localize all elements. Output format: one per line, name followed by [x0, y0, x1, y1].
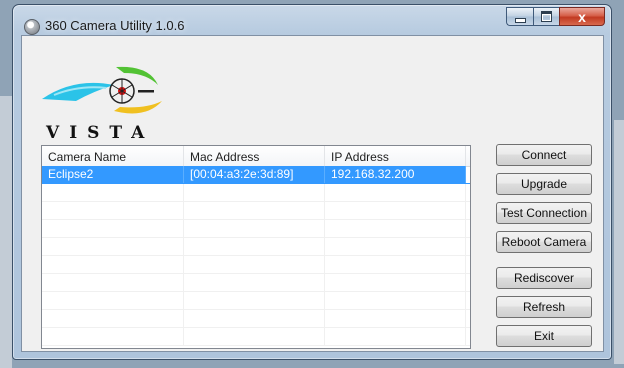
vista-logo: VISTA	[34, 55, 204, 143]
mac-address-cell: [00:04:a3:2e:3d:89]	[184, 166, 325, 183]
table-row[interactable]: Eclipse2 [00:04:a3:2e:3d:89] 192.168.32.…	[42, 166, 470, 184]
connect-button[interactable]: Connect	[496, 144, 592, 166]
vista-logo-graphic	[42, 66, 162, 114]
test-connection-button[interactable]: Test Connection	[496, 202, 592, 224]
upgrade-button[interactable]: Upgrade	[496, 173, 592, 195]
desktop-background	[0, 96, 12, 368]
empty-row	[42, 274, 470, 292]
window-title: 360 Camera Utility 1.0.6	[45, 18, 185, 33]
column-header-camera-name[interactable]: Camera Name	[42, 146, 184, 166]
list-rows: Eclipse2 [00:04:a3:2e:3d:89] 192.168.32.…	[42, 166, 470, 348]
column-header-mac-address[interactable]: Mac Address	[184, 146, 325, 166]
empty-row	[42, 184, 470, 202]
empty-row	[42, 328, 470, 346]
maximize-button[interactable]	[533, 7, 559, 26]
empty-row	[42, 256, 470, 274]
camera-name-cell: Eclipse2	[42, 166, 184, 183]
exit-button[interactable]: Exit	[496, 325, 592, 347]
refresh-button[interactable]: Refresh	[496, 296, 592, 318]
client-area: VISTA Camera Name Mac Address IP Address…	[21, 35, 604, 352]
close-button[interactable]: x	[559, 7, 605, 26]
close-icon: x	[578, 8, 586, 25]
list-header: Camera Name Mac Address IP Address	[42, 146, 470, 167]
empty-row	[42, 202, 470, 220]
empty-row	[42, 310, 470, 328]
minimize-button[interactable]	[506, 7, 533, 26]
column-header-ip-address[interactable]: IP Address	[325, 146, 466, 166]
ip-address-cell: 192.168.32.200	[325, 166, 466, 183]
empty-row	[42, 238, 470, 256]
reboot-camera-button[interactable]: Reboot Camera	[496, 231, 592, 253]
minimize-icon	[514, 18, 526, 23]
app-window: 360 Camera Utility 1.0.6 x VISTA Camera	[12, 4, 612, 360]
maximize-icon	[541, 11, 552, 22]
rediscover-button[interactable]: Rediscover	[496, 267, 592, 289]
camera-list[interactable]: Camera Name Mac Address IP Address Eclip…	[41, 145, 471, 349]
empty-row	[42, 220, 470, 238]
logo-text: VISTA	[46, 123, 155, 143]
app-camera-icon[interactable]	[24, 19, 40, 35]
desktop-background	[614, 120, 624, 364]
empty-row	[42, 292, 470, 310]
caption-buttons: x	[506, 7, 605, 27]
